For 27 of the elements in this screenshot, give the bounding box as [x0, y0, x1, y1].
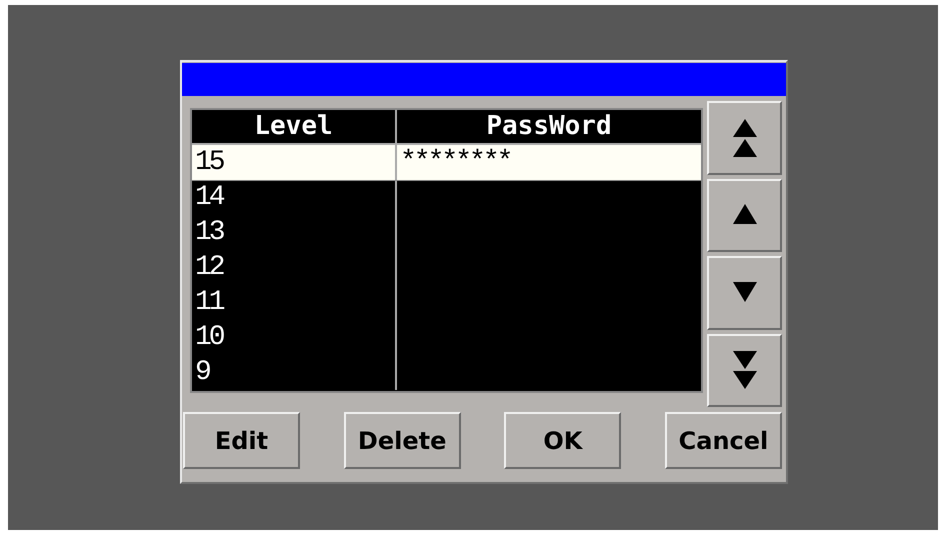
table-row[interactable]: 11	[192, 285, 701, 320]
table-row[interactable]: 9	[192, 355, 701, 390]
table-row[interactable]: 12	[192, 250, 701, 285]
action-button[interactable]: Delete	[344, 412, 461, 469]
column-header: Level	[192, 110, 397, 143]
table-cell: 15	[195, 147, 223, 178]
double-up-arrow-icon	[730, 116, 758, 159]
table-cell: 11	[195, 287, 223, 318]
table-cell: 10	[195, 322, 223, 353]
column-header: PassWord	[485, 110, 613, 143]
table-cell: 14	[195, 182, 223, 213]
scroll-button[interactable]	[707, 101, 782, 174]
table-row[interactable]: 13	[192, 215, 701, 250]
action-button[interactable]: Cancel	[664, 412, 782, 469]
scroll-button[interactable]	[707, 334, 782, 407]
table-row[interactable]: 15 ********	[192, 145, 701, 180]
table-row[interactable]: 10	[192, 320, 701, 355]
action-button[interactable]: OK	[504, 412, 622, 469]
action-button[interactable]: Edit	[183, 412, 300, 469]
table-row[interactable]: 14	[192, 180, 701, 215]
double-down-arrow-icon	[730, 349, 758, 392]
table-cell: 12	[195, 252, 223, 283]
table-cell: 13	[195, 217, 223, 248]
scroll-button[interactable]	[707, 256, 782, 330]
table-cell: 9	[195, 357, 209, 388]
scroll-button[interactable]	[707, 178, 782, 252]
table-cell: ********	[400, 147, 510, 178]
